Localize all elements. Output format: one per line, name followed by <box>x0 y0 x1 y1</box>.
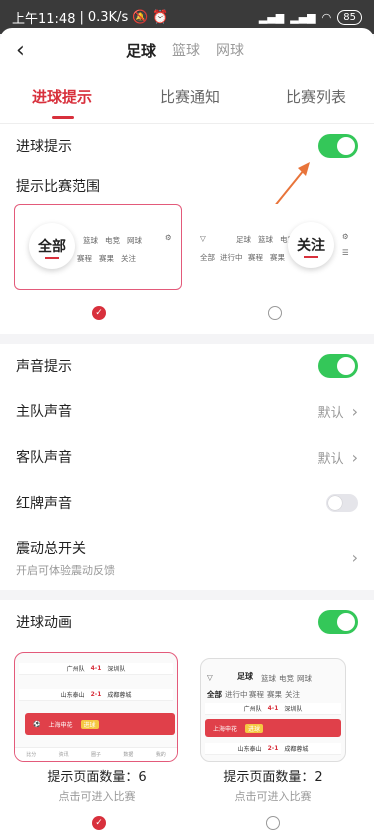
preview-1-radio[interactable]: ✓ <box>92 816 106 830</box>
animation-label: 进球动画 <box>16 615 72 631</box>
preview-bottom-nav: 比分 资讯 圈子 数据 我的 <box>15 747 177 761</box>
mini-tab: 篮球 <box>83 236 98 245</box>
mini-subtab: 赛果 <box>99 254 114 263</box>
sound-toggle[interactable] <box>318 354 358 378</box>
mini-subtab: 关注 <box>121 254 136 263</box>
section-divider <box>0 590 374 600</box>
settings-icon: ⚙ <box>165 233 172 242</box>
sport-tabs: 足球 篮球 网球 <box>126 40 244 61</box>
signal-icon: ▂▄▆ <box>258 10 285 24</box>
home-sound-row[interactable]: 主队声音 默认 › <box>0 388 374 434</box>
mini-subtab: 赛程 <box>77 254 92 263</box>
preview-match-row: 山东泰山 2-1 成都蓉城 <box>205 743 341 755</box>
scope-followed-label: 关注 <box>297 238 325 254</box>
network-speed: 0.3K/s <box>87 9 129 25</box>
scope-title: 提示比赛范围 <box>16 179 100 195</box>
mini-subtab: 赛果 <box>270 253 285 262</box>
mini-tab: 篮球 <box>258 235 273 244</box>
tab-match-notice[interactable]: 比赛通知 <box>160 86 220 107</box>
active-tab-indicator <box>52 116 74 119</box>
sound-label: 声音提示 <box>16 359 72 375</box>
scope-all-label: 全部 <box>38 239 66 255</box>
home-sound-value: 默认 <box>317 405 344 421</box>
preview-2-caption: 提示页面数量：2 <box>223 770 323 785</box>
wifi-icon: ◠ <box>321 10 332 24</box>
tab-goal-alert[interactable]: 进球提示 <box>32 86 92 107</box>
settings-sheet: ‹ 足球 篮球 网球 进球提示 比赛通知 比赛列表 进球提示 提示比赛范围 全部… <box>0 28 374 832</box>
preview-match-row: 山东泰山 2-1 成都蓉城 <box>19 689 173 701</box>
away-sound-label: 客队声音 <box>16 450 72 466</box>
alarm-icon: ⏰ <box>152 9 169 25</box>
section-divider <box>0 334 374 344</box>
battery-icon: 85 <box>337 9 362 25</box>
mute-icon: 🔕 <box>132 9 149 25</box>
preview-1-caption: 提示页面数量：6 <box>47 770 147 785</box>
scope-option-all[interactable]: 全部 篮球 电竞 网球 ⚙ 赛程 赛果 关注 <box>14 204 182 290</box>
vibration-sub: 开启可体验震动反馈 <box>16 564 115 577</box>
red-card-row: 红牌声音 <box>0 480 374 526</box>
top-nav: ‹ 足球 篮球 网球 <box>0 28 374 72</box>
scope-option-followed[interactable]: ▽ 足球 篮球 电竞 ⚙ ☰ 全部 进行中 赛程 赛果 关注 <box>196 204 360 290</box>
tab-match-list[interactable]: 比赛列表 <box>286 86 346 107</box>
mini-subtab: 全部 <box>200 253 215 262</box>
scope-followed-radio[interactable] <box>268 306 282 320</box>
mini-tab: 电竞 <box>105 236 120 245</box>
goal-alert-label: 进球提示 <box>16 139 72 155</box>
chevron-left-icon[interactable]: ‹ <box>16 38 25 63</box>
football-icon: ⚽ <box>33 720 41 728</box>
chevron-right-icon: › <box>351 401 358 421</box>
red-card-label: 红牌声音 <box>16 496 72 512</box>
animation-preview-1[interactable]: 广州队 4-1 深圳队 山东泰山 2-1 成都蓉城 ⚽ 上海申花 进球 比分 资讯 圈子… <box>14 652 178 762</box>
vibration-row[interactable]: 震动总开关 开启可体验震动反馈 › <box>0 526 374 590</box>
goal-popup: 上海申花 进球 <box>205 719 341 737</box>
mini-tab: 足球 <box>236 235 251 244</box>
settings-icon: ⚙ <box>342 232 349 241</box>
preview-match-row: 广州队 4-1 深圳队 <box>19 663 173 675</box>
goal-popup: ⚽ 上海申花 进球 <box>25 713 175 735</box>
filter-icon: ▽ <box>207 673 213 682</box>
home-sound-label: 主队声音 <box>16 404 72 420</box>
goal-alert-row: 进球提示 <box>0 124 374 168</box>
animation-toggle[interactable] <box>318 610 358 634</box>
mini-tab: 网球 <box>127 236 142 245</box>
animation-row: 进球动画 <box>0 600 374 644</box>
scope-all-radio[interactable]: ✓ <box>92 306 106 320</box>
preview-2-radio[interactable] <box>266 816 280 830</box>
sound-row: 声音提示 <box>0 344 374 388</box>
away-sound-row[interactable]: 客队声音 默认 › <box>0 434 374 480</box>
signal-icon-2: ▂▄▆ <box>290 10 316 24</box>
scope-followed-badge: 关注 <box>288 222 334 268</box>
preview-match-row: 广州队 4-1 深圳队 <box>205 703 341 715</box>
preview-2-sub: 点击可进入比赛 <box>234 790 312 803</box>
tab-tennis[interactable]: 网球 <box>216 40 244 61</box>
status-time: 上午11:48 <box>12 11 76 27</box>
mini-subtab: 进行中 <box>220 253 243 262</box>
sub-tabs: 进球提示 比赛通知 比赛列表 <box>0 72 374 124</box>
tab-basketball[interactable]: 篮球 <box>172 40 200 61</box>
vibration-label: 震动总开关 <box>16 541 86 557</box>
preview-1-sub: 点击可进入比赛 <box>58 790 136 803</box>
mini-subtab: 赛程 <box>248 253 263 262</box>
filter-icon: ▽ <box>200 234 206 243</box>
animation-preview-2[interactable]: ▽ 足球 篮球 电竞 网球 全部 进行中 赛程 赛果 关注 广州队 4-1 深圳队 … <box>200 658 346 762</box>
goal-alert-toggle[interactable] <box>318 134 358 158</box>
scope-title-row: 提示比赛范围 <box>0 168 374 204</box>
chevron-right-icon: › <box>351 548 358 567</box>
scope-all-badge: 全部 <box>29 223 75 269</box>
red-card-toggle[interactable] <box>326 494 358 512</box>
away-sound-value: 默认 <box>317 451 344 467</box>
list-icon: ☰ <box>342 248 349 257</box>
chevron-right-icon: › <box>351 447 358 467</box>
tab-football[interactable]: 足球 <box>126 40 156 61</box>
